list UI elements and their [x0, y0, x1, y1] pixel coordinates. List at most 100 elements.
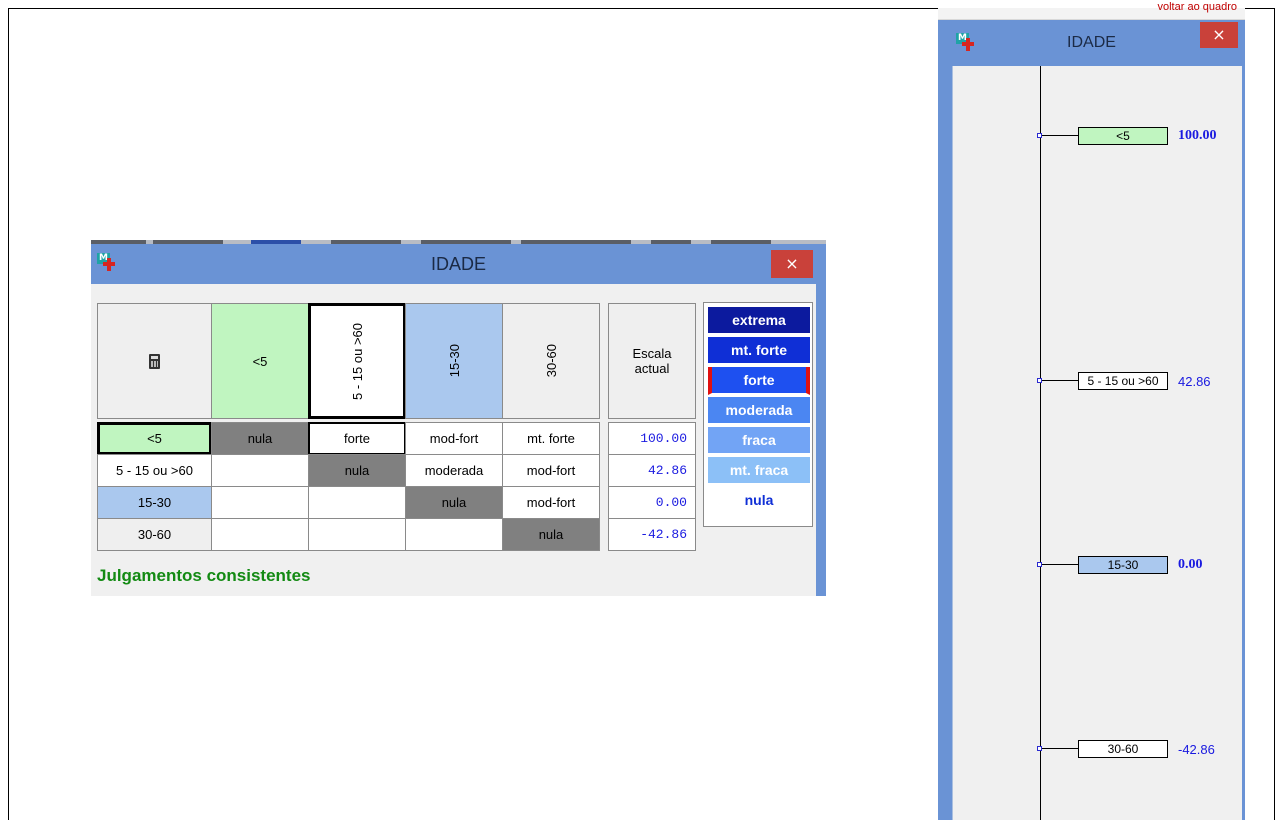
scale-tick: [1040, 748, 1078, 749]
scale-window-top-strip: voltar ao quadro: [938, 1, 1245, 20]
matrix-cell[interactable]: forte: [308, 422, 406, 455]
cell-text: nula: [247, 431, 273, 446]
judgement-legend: extrema mt. forte forte moderada fraca m…: [703, 302, 813, 527]
row-header-label: 30-60: [137, 527, 172, 542]
legend-nula[interactable]: nula: [708, 487, 810, 515]
row-header-label: 15-30: [137, 495, 172, 510]
matrix-cell[interactable]: [211, 486, 309, 519]
scale-close-button[interactable]: ×: [1200, 22, 1238, 48]
row-header-30-60[interactable]: 30-60: [97, 518, 212, 551]
legend-mt-fraca[interactable]: mt. fraca: [708, 457, 810, 485]
legend-forte[interactable]: forte: [708, 367, 810, 395]
scale-value-30-60: -42.86: [1178, 742, 1215, 757]
col-header-label: 5 - 15 ou >60: [349, 322, 365, 400]
matrix-cell[interactable]: [211, 454, 309, 487]
row-header-5-15[interactable]: 5 - 15 ou >60: [97, 454, 212, 487]
legend-label: fraca: [742, 432, 776, 448]
matrix-title-bar[interactable]: M IDADE ×: [91, 244, 826, 284]
scale-tick: [1040, 564, 1078, 565]
matrix-cell[interactable]: mod-fort: [502, 454, 600, 487]
legend-extrema[interactable]: extrema: [708, 307, 810, 335]
cell-text: nula: [344, 463, 370, 478]
cell-text: mt. forte: [527, 431, 575, 446]
cell-text: mod-fort: [429, 431, 479, 446]
matrix-cell[interactable]: nula: [211, 422, 309, 455]
legend-mt-forte[interactable]: mt. forte: [708, 337, 810, 365]
matrix-window-border: [816, 284, 826, 596]
scale-axis: [1040, 66, 1041, 820]
legend-moderada[interactable]: moderada: [708, 397, 810, 425]
scale-window-left-border: [938, 66, 952, 820]
scale-value-text: 0.00: [655, 495, 687, 510]
col-header-15-30[interactable]: 15-30: [405, 303, 503, 419]
scale-value-lt5: 100.00: [1178, 128, 1217, 143]
matrix-cell[interactable]: nula: [308, 454, 406, 487]
legend-label: mt. fraca: [729, 462, 789, 478]
calculator-icon: [149, 353, 160, 369]
matrix-cell[interactable]: [405, 518, 503, 551]
legend-label: forte: [743, 372, 775, 388]
matrix-cell[interactable]: [211, 518, 309, 551]
scale-value-text: 42.86: [647, 463, 687, 478]
scale-point-marker[interactable]: [1037, 562, 1042, 567]
matrix-cell[interactable]: [308, 486, 406, 519]
scale-label-30-60[interactable]: 30-60: [1078, 740, 1168, 758]
row-header-lt5[interactable]: <5: [97, 422, 212, 455]
calculator-button[interactable]: [97, 303, 212, 419]
row-header-label: <5: [147, 431, 162, 446]
matrix-close-button[interactable]: ×: [771, 250, 813, 278]
matrix-cell[interactable]: nula: [405, 486, 503, 519]
scale-window: voltar ao quadro M IDADE × <5 100.00 5 -…: [938, 1, 1245, 820]
scale-panel: [952, 66, 1242, 820]
cell-text: mod-fort: [526, 495, 576, 510]
cell-text: forte: [343, 431, 370, 446]
matrix-body: <5 5 - 15 ou >60 15-30 30-60 Escala actu…: [91, 284, 816, 596]
scale-value: 42.86: [608, 454, 696, 487]
cell-text: nula: [441, 495, 467, 510]
scale-value-text: 100.00: [640, 431, 687, 446]
matrix-cell[interactable]: mod-fort: [405, 422, 503, 455]
scale-window-title: IDADE: [1067, 34, 1116, 51]
scale-value: -42.86: [608, 518, 696, 551]
col-header-30-60[interactable]: 30-60: [502, 303, 600, 419]
col-header-label: 15-30: [446, 344, 462, 378]
scale-label-15-30[interactable]: 15-30: [1078, 556, 1168, 574]
scale-label-5-15[interactable]: 5 - 15 ou >60: [1078, 372, 1168, 390]
cell-text: mod-fort: [526, 463, 576, 478]
legend-label: mt. forte: [731, 342, 787, 358]
scale-value: 100.00: [608, 422, 696, 455]
scale-point-marker[interactable]: [1037, 746, 1042, 751]
col-header-lt5[interactable]: <5: [211, 303, 309, 419]
matrix-cell[interactable]: mod-fort: [502, 486, 600, 519]
consistency-status: Julgamentos consistentes: [97, 566, 311, 585]
cell-text: moderada: [424, 463, 484, 478]
scale-value-text: -42.86: [640, 527, 687, 542]
scale-value-15-30: 0.00: [1178, 557, 1203, 572]
scale-label-lt5[interactable]: <5: [1078, 127, 1168, 145]
scale-tick: [1040, 380, 1078, 381]
matrix-cell[interactable]: [308, 518, 406, 551]
col-header-5-15[interactable]: 5 - 15 ou >60: [308, 303, 406, 419]
scale-point-marker[interactable]: [1037, 133, 1042, 138]
scale-value: 0.00: [608, 486, 696, 519]
row-header-15-30[interactable]: 15-30: [97, 486, 212, 519]
legend-label: nula: [744, 492, 774, 508]
cell-text: nula: [538, 527, 564, 542]
back-link[interactable]: voltar ao quadro: [1158, 1, 1238, 13]
matrix-cell[interactable]: nula: [502, 518, 600, 551]
scale-header: Escala actual: [608, 303, 696, 419]
col-header-label: 30-60: [543, 344, 559, 378]
matrix-window-title: IDADE: [430, 254, 486, 274]
matrix-cell[interactable]: mt. forte: [502, 422, 600, 455]
scale-tick: [1040, 135, 1078, 136]
row-header-label: 5 - 15 ou >60: [116, 463, 193, 478]
col-header-label: <5: [252, 353, 268, 369]
scale-title-bar[interactable]: M IDADE ×: [938, 20, 1245, 66]
scale-value-5-15: 42.86: [1178, 374, 1211, 389]
matrix-cell[interactable]: moderada: [405, 454, 503, 487]
legend-label: extrema: [732, 312, 786, 328]
scale-window-right-border: [1242, 66, 1245, 820]
scale-header-label: Escala actual: [632, 346, 672, 376]
legend-fraca[interactable]: fraca: [708, 427, 810, 455]
scale-point-marker[interactable]: [1037, 378, 1042, 383]
